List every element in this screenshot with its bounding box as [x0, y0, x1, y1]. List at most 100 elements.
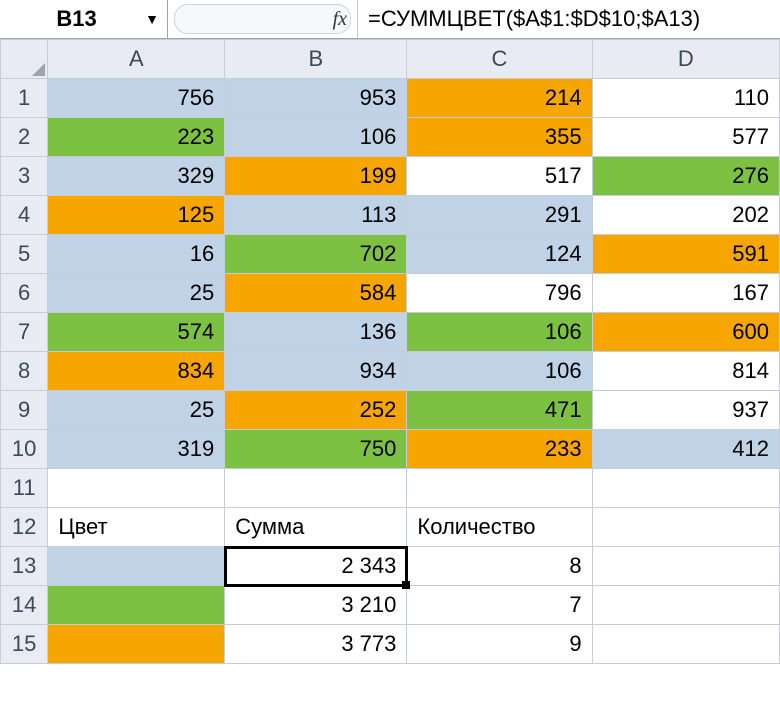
cell[interactable]: 600 [592, 313, 779, 352]
row-11: 11 [1, 469, 780, 508]
cell[interactable] [592, 508, 779, 547]
cell[interactable]: 110 [592, 79, 779, 118]
cell[interactable]: 355 [407, 118, 592, 157]
cell[interactable]: 750 [225, 430, 407, 469]
formula-text: =СУММЦВЕТ($A$1:$D$10;$A13) [368, 6, 700, 32]
cell[interactable]: 106 [407, 352, 592, 391]
cell[interactable]: 3 773 [225, 625, 407, 664]
cell[interactable] [592, 586, 779, 625]
cell[interactable]: 252 [225, 391, 407, 430]
cell[interactable]: 702 [225, 235, 407, 274]
cell[interactable]: 796 [407, 274, 592, 313]
cell[interactable]: 517 [407, 157, 592, 196]
row-header[interactable]: 12 [1, 508, 48, 547]
row-header[interactable]: 15 [1, 625, 48, 664]
row-9: 9 25 252 471 937 [1, 391, 780, 430]
cell[interactable] [592, 547, 779, 586]
chevron-down-icon[interactable]: ▼ [145, 11, 159, 27]
col-header-A[interactable]: A [48, 40, 225, 79]
row-15: 15 3 773 9 [1, 625, 780, 664]
row-header[interactable]: 5 [1, 235, 48, 274]
row-13: 13 2 343 8 [1, 547, 780, 586]
cell[interactable]: 276 [592, 157, 779, 196]
cell[interactable]: 199 [225, 157, 407, 196]
cell[interactable]: 106 [407, 313, 592, 352]
row-header[interactable]: 10 [1, 430, 48, 469]
cell[interactable]: 319 [48, 430, 225, 469]
row-2: 2 223 106 355 577 [1, 118, 780, 157]
cell[interactable]: 953 [225, 79, 407, 118]
cell[interactable]: 584 [225, 274, 407, 313]
cell[interactable]: 412 [592, 430, 779, 469]
cell-color-key-orange[interactable] [48, 625, 225, 664]
cell[interactable]: Количество [407, 508, 592, 547]
cell-color-key-blue[interactable] [48, 547, 225, 586]
col-header-C[interactable]: C [407, 40, 592, 79]
row-3: 3 329 199 517 276 [1, 157, 780, 196]
row-6: 6 25 584 796 167 [1, 274, 780, 313]
cell[interactable]: 124 [407, 235, 592, 274]
cell[interactable]: 937 [592, 391, 779, 430]
cell[interactable]: 167 [592, 274, 779, 313]
row-header[interactable]: 8 [1, 352, 48, 391]
cell[interactable] [48, 469, 225, 508]
cell[interactable]: 214 [407, 79, 592, 118]
cell[interactable]: 756 [48, 79, 225, 118]
cell[interactable]: 3 210 [225, 586, 407, 625]
cell[interactable]: 9 [407, 625, 592, 664]
cell[interactable]: 574 [48, 313, 225, 352]
cell[interactable]: 202 [592, 196, 779, 235]
cell[interactable]: 25 [48, 274, 225, 313]
name-box-text: B13 [8, 6, 137, 32]
row-header[interactable]: 4 [1, 196, 48, 235]
select-all-corner[interactable] [1, 40, 48, 79]
cell[interactable]: Сумма [225, 508, 407, 547]
cell[interactable]: 8 [407, 547, 592, 586]
formula-input[interactable]: =СУММЦВЕТ($A$1:$D$10;$A13) [358, 0, 780, 38]
cell[interactable]: 16 [48, 235, 225, 274]
cell[interactable]: 233 [407, 430, 592, 469]
name-box[interactable]: B13 ▼ [0, 0, 168, 38]
cell[interactable]: 7 [407, 586, 592, 625]
cell-color-key-green[interactable] [48, 586, 225, 625]
cell[interactable] [592, 469, 779, 508]
spreadsheet-grid[interactable]: A B C D 1 756 953 214 110 2 223 106 355 … [0, 39, 780, 664]
cell[interactable]: 934 [225, 352, 407, 391]
col-header-B[interactable]: B [225, 40, 407, 79]
cell[interactable]: 291 [407, 196, 592, 235]
cell[interactable] [592, 625, 779, 664]
cell[interactable]: 814 [592, 352, 779, 391]
row-5: 5 16 702 124 591 [1, 235, 780, 274]
column-header-row: A B C D [1, 40, 780, 79]
cell[interactable]: 113 [225, 196, 407, 235]
cell[interactable]: 329 [48, 157, 225, 196]
cell[interactable]: 106 [225, 118, 407, 157]
cell[interactable]: 577 [592, 118, 779, 157]
formula-bar-buttons: fx [168, 0, 358, 38]
cell[interactable]: Цвет [48, 508, 225, 547]
row-header[interactable]: 13 [1, 547, 48, 586]
cell[interactable]: 25 [48, 391, 225, 430]
cell-selected[interactable]: 2 343 [225, 547, 407, 586]
fx-icon[interactable]: fx [333, 8, 347, 31]
cell[interactable]: 136 [225, 313, 407, 352]
row-header[interactable]: 11 [1, 469, 48, 508]
row-header[interactable]: 9 [1, 391, 48, 430]
row-header[interactable]: 3 [1, 157, 48, 196]
cell[interactable] [225, 469, 407, 508]
cell[interactable]: 125 [48, 196, 225, 235]
row-header[interactable]: 14 [1, 586, 48, 625]
cell[interactable]: 223 [48, 118, 225, 157]
row-12: 12 Цвет Сумма Количество [1, 508, 780, 547]
row-header[interactable]: 1 [1, 79, 48, 118]
cell[interactable]: 471 [407, 391, 592, 430]
cell[interactable] [407, 469, 592, 508]
cell[interactable]: 591 [592, 235, 779, 274]
row-8: 8 834 934 106 814 [1, 352, 780, 391]
row-header[interactable]: 6 [1, 274, 48, 313]
col-header-D[interactable]: D [592, 40, 779, 79]
formula-bar: B13 ▼ fx =СУММЦВЕТ($A$1:$D$10;$A13) [0, 0, 780, 39]
cell[interactable]: 834 [48, 352, 225, 391]
row-header[interactable]: 2 [1, 118, 48, 157]
row-header[interactable]: 7 [1, 313, 48, 352]
